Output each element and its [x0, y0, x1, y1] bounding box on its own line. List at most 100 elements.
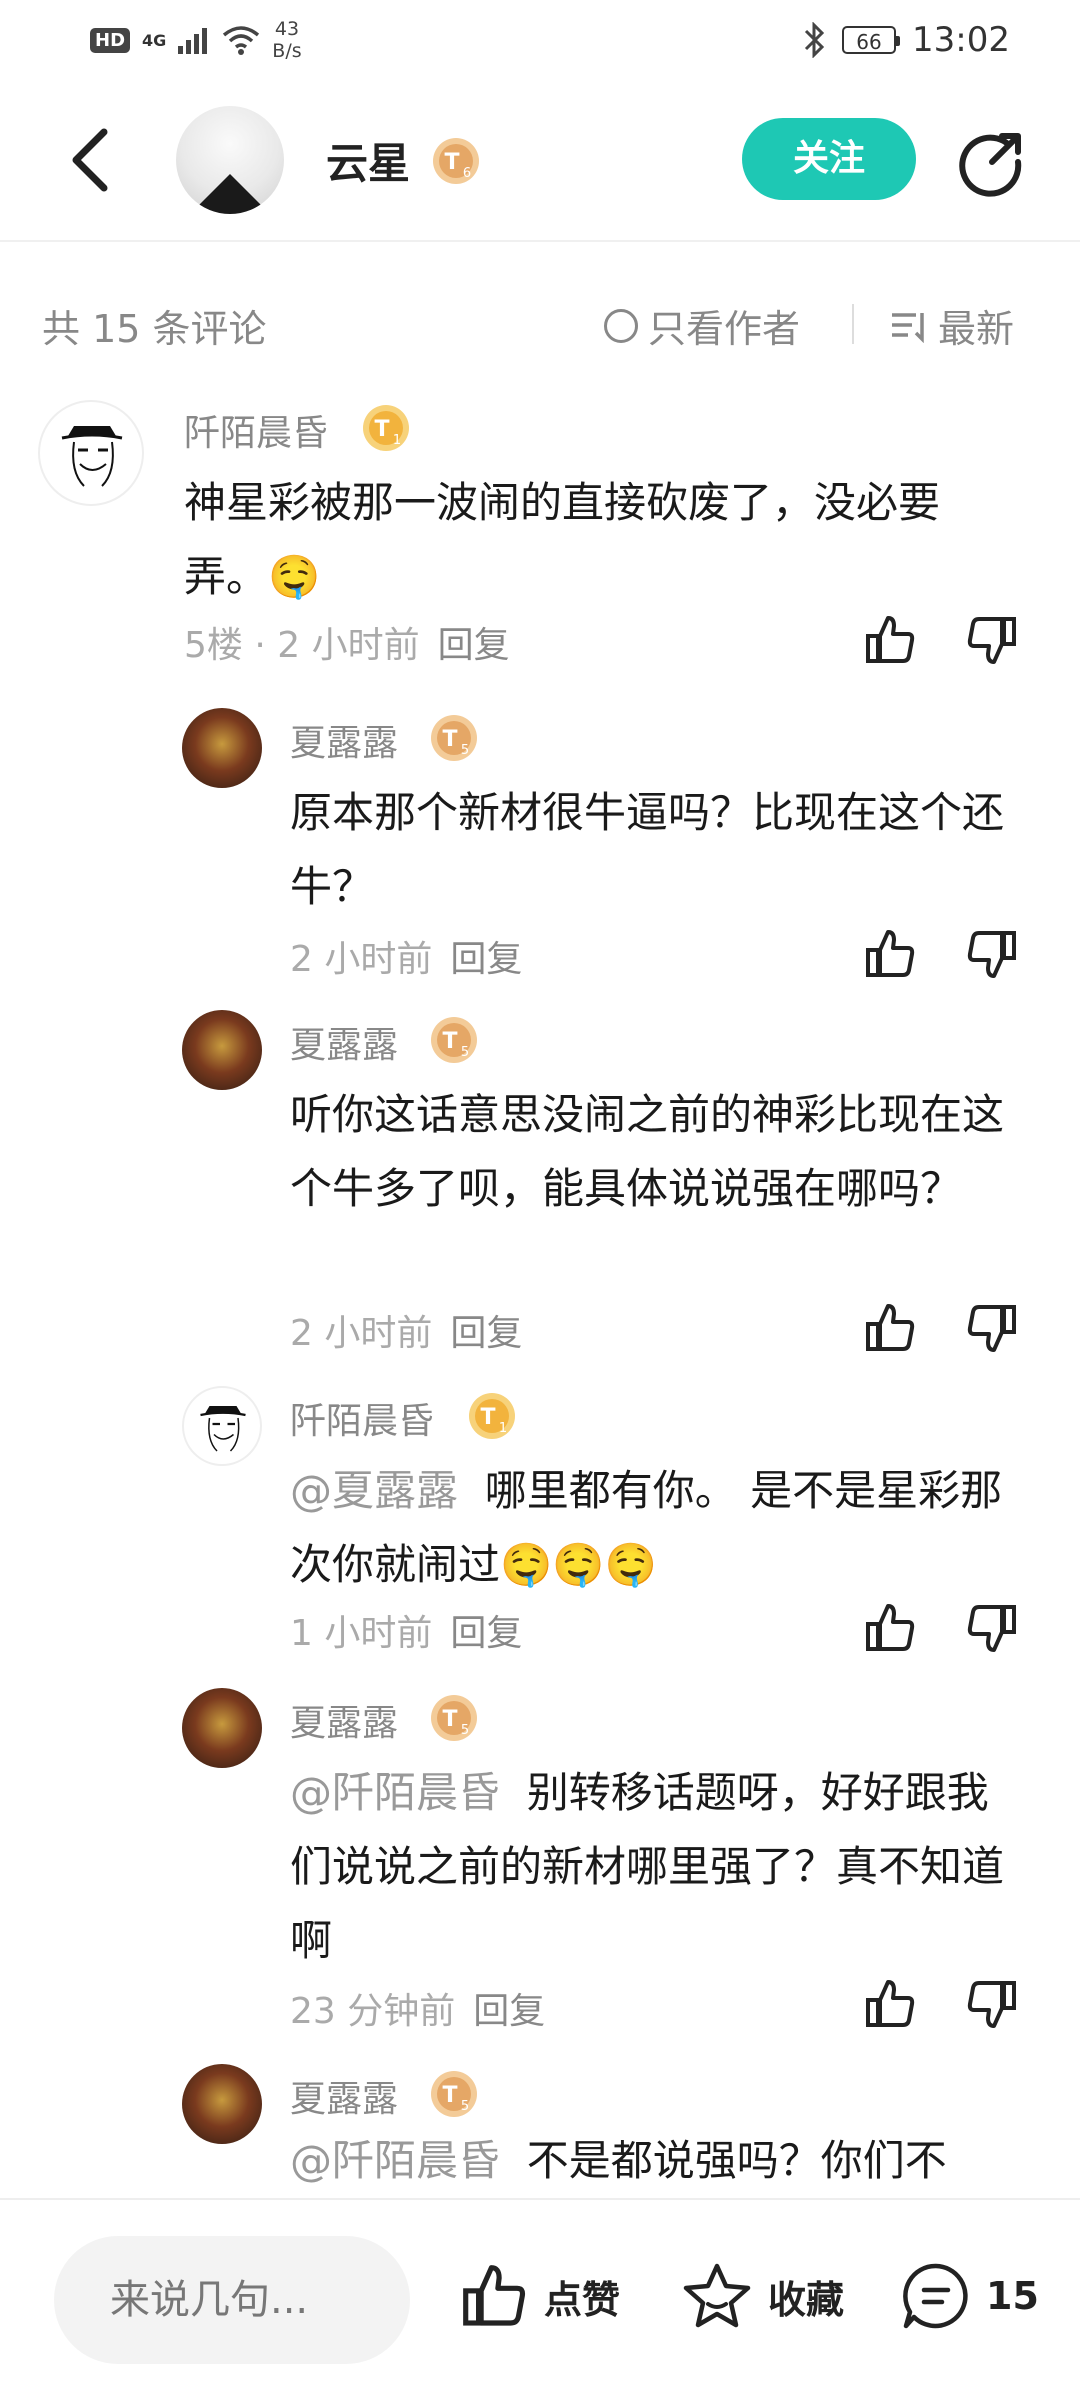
- status-left: HD 4G 43 B/s: [90, 18, 302, 62]
- bluetooth-icon: [804, 22, 825, 58]
- favorite-button[interactable]: 收藏: [680, 2260, 844, 2332]
- comment-time: 2 小时前: [290, 1313, 433, 1354]
- reply-button[interactable]: 回复: [438, 625, 510, 666]
- net-speed: 43 B/s: [272, 18, 301, 62]
- level-badge-icon: T5: [431, 715, 477, 761]
- level-badge-icon: T5: [431, 2071, 477, 2117]
- comment-time: 2 小时前: [290, 939, 433, 980]
- comment-author[interactable]: 夏露露: [290, 1694, 398, 1746]
- user-avatar[interactable]: [182, 1386, 262, 1466]
- wifi-icon: [223, 26, 260, 55]
- reply-item: 夏露露 T5 @阡陌晨昏 不是都说强吗？你们不: [0, 2060, 1080, 2198]
- reply-button[interactable]: 回复: [450, 939, 522, 980]
- comment-meta: 23 分钟前 回复: [290, 1982, 545, 2034]
- comment-body: 原本那个新材很牛逼吗？比现在这个还牛？: [290, 788, 1005, 911]
- svg-text:T: T: [444, 150, 459, 175]
- star-icon: [683, 2263, 751, 2328]
- comment-meta: 5楼 · 2 小时前 回复: [184, 616, 510, 668]
- follow-button[interactable]: 关注: [742, 118, 916, 200]
- svg-text:T: T: [442, 2083, 457, 2108]
- svg-text:5: 5: [461, 1045, 469, 1060]
- sort-button[interactable]: 最新: [890, 298, 1014, 353]
- comment-count-label: 15: [986, 2274, 1039, 2318]
- status-bar: HD 4G 43 B/s 66 13:02: [0, 0, 1080, 80]
- user-avatar[interactable]: [182, 2064, 262, 2144]
- reply-button[interactable]: 回复: [450, 1313, 522, 1354]
- author-name[interactable]: 云星: [326, 130, 410, 191]
- comment-time: 23 分钟前: [290, 1991, 456, 2032]
- thumbs-down-icon[interactable]: [964, 1600, 1020, 1656]
- thumbs-up-icon[interactable]: [862, 1600, 918, 1656]
- level-badge-icon: T1: [363, 405, 409, 451]
- comment-body: 听你这话意思没闹之前的神彩比现在这个牛多了呗，能具体说说强在哪吗？: [290, 1090, 1005, 1213]
- mention-link[interactable]: @夏露露: [290, 1466, 458, 1515]
- thumbs-up-icon[interactable]: [862, 926, 918, 982]
- reply-button[interactable]: 回复: [450, 1613, 522, 1654]
- reply-item: 夏露露 T5 听你这话意思没闹之前的神彩比现在这个牛多了呗，能具体说说强在哪吗？…: [0, 1006, 1080, 1366]
- reply-button[interactable]: 回复: [473, 1991, 545, 2032]
- svg-text:T: T: [442, 727, 457, 752]
- comment-text: 神星彩被那一波闹的直接砍废了，没必要弄。🤤: [184, 466, 1004, 614]
- emoji-icon: 🤤: [268, 552, 321, 601]
- svg-text:T: T: [442, 1707, 457, 1732]
- avatar-sketch: [200, 1406, 246, 1452]
- comment-input[interactable]: 来说几句...: [54, 2236, 410, 2364]
- like-button[interactable]: 点赞: [458, 2260, 620, 2332]
- comment-time: 1 小时前: [290, 1613, 433, 1654]
- mention-link[interactable]: @阡陌晨昏: [290, 2136, 500, 2185]
- avatar-silhouette: [190, 174, 270, 214]
- thumbs-down-icon[interactable]: [964, 1300, 1020, 1356]
- svg-text:T: T: [442, 1029, 457, 1054]
- comment-meta: 1 小时前 回复: [290, 1604, 522, 1656]
- thumbs-up-icon[interactable]: [862, 1976, 918, 2032]
- share-icon[interactable]: [956, 128, 1026, 198]
- user-avatar[interactable]: [38, 400, 144, 506]
- comment-author[interactable]: 夏露露: [290, 2070, 398, 2122]
- comment-author[interactable]: 夏露露: [290, 714, 398, 766]
- like-label: 点赞: [544, 2277, 621, 2322]
- user-avatar[interactable]: [182, 708, 262, 788]
- thumbs-down-icon[interactable]: [964, 1976, 1020, 2032]
- author-avatar[interactable]: [176, 106, 284, 214]
- reply-item: 夏露露 T5 原本那个新材很牛逼吗？比现在这个还牛？ 2 小时前 回复: [0, 704, 1080, 994]
- status-right: 66 13:02: [802, 20, 1010, 60]
- thumbs-up-icon: [463, 2265, 526, 2326]
- user-avatar[interactable]: [182, 1010, 262, 1090]
- comment-author[interactable]: 阡陌晨昏: [184, 404, 328, 456]
- svg-text:5: 5: [461, 1723, 469, 1738]
- thumbs-down-icon[interactable]: [964, 612, 1020, 668]
- only-author-toggle[interactable]: 只看作者: [604, 298, 800, 353]
- sort-icon: [892, 312, 924, 343]
- radio-circle-icon: [604, 308, 638, 343]
- svg-text:T: T: [374, 417, 389, 442]
- favorite-label: 收藏: [768, 2277, 845, 2322]
- comment-author[interactable]: 阡陌晨昏: [290, 1392, 434, 1444]
- comment-author[interactable]: 夏露露: [290, 1016, 398, 1068]
- reply-item: 阡陌晨昏 T1 @夏露露 哪里都有你。 是不是星彩那次你就闹过🤤🤤🤤 1 小时前…: [0, 1382, 1080, 1672]
- user-avatar[interactable]: [182, 1688, 262, 1768]
- back-icon[interactable]: [60, 120, 120, 200]
- thumbs-down-icon[interactable]: [964, 926, 1020, 982]
- avatar-sketch: [61, 426, 123, 487]
- mention-link[interactable]: @阡陌晨昏: [290, 1768, 500, 1817]
- level-badge-icon: T5: [431, 1017, 477, 1063]
- signal-icon: [178, 28, 208, 54]
- comment-text: @夏露露 哪里都有你。 是不是星彩那次你就闹过🤤🤤🤤: [290, 1454, 1010, 1602]
- thumbs-up-icon[interactable]: [862, 612, 918, 668]
- comment-meta: 2 小时前 回复: [290, 930, 522, 982]
- thumbs-up-icon[interactable]: [862, 1300, 918, 1356]
- bottom-bar: 来说几句... 点赞 收藏 15: [0, 2198, 1080, 2402]
- level-badge-icon: T6: [433, 138, 479, 184]
- level-badge-icon: T5: [431, 1695, 477, 1741]
- comment-button[interactable]: 15: [900, 2260, 1039, 2332]
- comment-item: 阡陌晨昏 T1 神星彩被那一波闹的直接砍废了，没必要弄。🤤 5楼 · 2 小时前…: [0, 390, 1080, 690]
- comment-meta: 2 小时前 回复: [290, 1304, 522, 1356]
- comment-text: @阡陌晨昏 不是都说强吗？你们不: [290, 2124, 1050, 2198]
- svg-text:5: 5: [461, 2099, 469, 2114]
- comment-toolbar: 共 15 条评论 只看作者 最新: [0, 280, 1080, 360]
- net-speed-unit: B/s: [272, 40, 302, 62]
- comment-time: 5楼 · 2 小时前: [184, 625, 420, 666]
- reply-item: 夏露露 T5 @阡陌晨昏 别转移话题呀，好好跟我们说说之前的新材哪里强了？真不知…: [0, 1684, 1080, 2044]
- network-type: 4G: [142, 30, 167, 50]
- svg-text:T: T: [480, 1405, 495, 1430]
